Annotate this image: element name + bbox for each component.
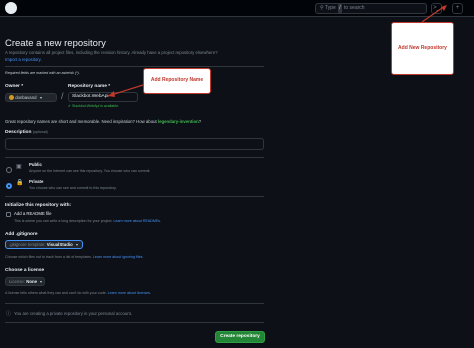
- new-repo-callout: Add New Repository: [391, 22, 454, 75]
- new-repo-arrowhead: [441, 5, 447, 11]
- new-repo-arrow: [421, 5, 446, 23]
- repo-name-callout: Add Repository Name: [143, 68, 211, 94]
- repo-name-arrowhead: [108, 91, 115, 97]
